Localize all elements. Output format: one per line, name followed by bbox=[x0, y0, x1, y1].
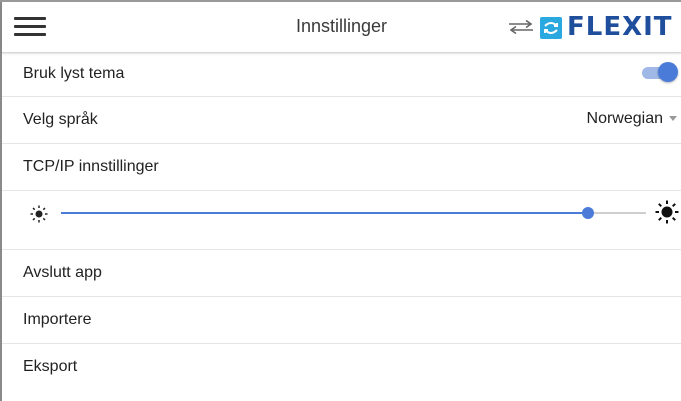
logo-text: FLEXIT bbox=[567, 12, 673, 42]
sync-arrows-icon bbox=[509, 20, 533, 34]
setting-row-light-theme[interactable]: Bruk lyst tema bbox=[2, 52, 681, 96]
brightness-slider-thumb[interactable] bbox=[581, 207, 594, 219]
setting-row-language[interactable]: Velg språk Norwegian bbox=[2, 97, 681, 143]
setting-row-tcpip[interactable]: TCP/IP innstillinger bbox=[2, 144, 681, 190]
setting-row-brightness bbox=[2, 191, 681, 249]
brightness-slider-fill bbox=[61, 212, 588, 214]
sun-large-icon bbox=[655, 200, 679, 224]
tcpip-label: TCP/IP innstillinger bbox=[23, 158, 159, 175]
light-theme-toggle[interactable] bbox=[642, 62, 678, 84]
exit-app-label: Avslutt app bbox=[23, 264, 102, 281]
setting-row-export[interactable]: Eksport bbox=[2, 344, 681, 390]
logo-emblem-icon bbox=[540, 17, 562, 39]
export-label: Eksport bbox=[23, 358, 78, 375]
language-value: Norwegian bbox=[586, 110, 663, 127]
light-theme-label: Bruk lyst tema bbox=[23, 65, 125, 82]
setting-row-exit[interactable]: Avslutt app bbox=[2, 250, 681, 296]
chevron-down-icon bbox=[669, 116, 677, 122]
brightness-slider[interactable] bbox=[61, 207, 646, 219]
sun-small-icon bbox=[30, 205, 48, 223]
import-label: Importere bbox=[23, 311, 92, 328]
language-label: Velg språk bbox=[23, 111, 98, 128]
language-select[interactable]: Norwegian bbox=[587, 110, 677, 128]
setting-row-import[interactable]: Importere bbox=[2, 297, 681, 343]
app-bar: Innstillinger FLEXIT bbox=[2, 2, 681, 53]
